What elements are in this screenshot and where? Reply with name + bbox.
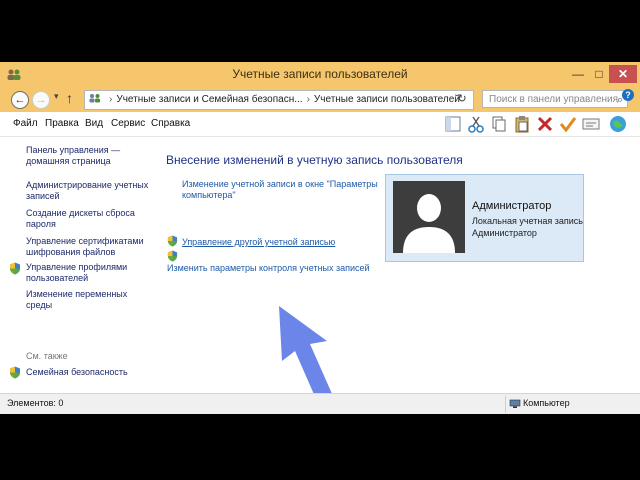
sidebar-item-control-panel-home[interactable]: Панель управления — домашняя страница — [26, 145, 120, 167]
close-button[interactable]: ✕ — [609, 65, 637, 83]
sidebar-item-family-safety[interactable]: Семейная безопасность — [26, 367, 128, 378]
back-button[interactable]: ← — [11, 91, 29, 109]
location-label: Компьютер — [523, 398, 570, 408]
sidebar-item-user-profiles[interactable]: Управление профилями пользователей — [26, 262, 127, 284]
sidebar-item-label: Создание дискеты сброса пароля — [26, 208, 135, 229]
sidebar-item-password-reset-disk[interactable]: Создание дискеты сброса пароля — [26, 208, 135, 230]
account-type: Локальная учетная запись Администратор — [472, 215, 583, 239]
cut-icon[interactable] — [466, 114, 486, 134]
account-name: Администратор — [472, 200, 552, 212]
search-input[interactable]: Поиск в панели управления ⌕ — [482, 90, 628, 108]
user-silhouette-icon — [403, 194, 455, 253]
status-bar: Элементов: 0 Компьютер — [0, 393, 640, 414]
forward-button[interactable]: → — [32, 91, 50, 109]
window-pane-icon[interactable] — [443, 114, 463, 134]
account-type-text: Локальная учетная запись — [472, 216, 583, 226]
sidebar-item-label: Изменение переменных среды — [26, 289, 128, 310]
sidebar-item-label: Администрирование учетных записей — [26, 180, 149, 201]
breadcrumb-item[interactable]: Учетные записи и Семейная безопасн... — [116, 94, 302, 105]
link-manage-other-account[interactable]: Управление другой учетной записью — [182, 237, 335, 248]
check-icon[interactable] — [558, 114, 578, 134]
sidebar-item-encryption-certificates[interactable]: Управление сертификатами шифрования файл… — [26, 236, 144, 258]
menu-tools[interactable]: Сервис — [111, 118, 145, 129]
computer-icon — [509, 399, 521, 408]
items-count: Элементов: 0 — [7, 398, 64, 408]
menu-file[interactable]: Файл — [13, 118, 38, 129]
sidebar-item-label: Управление профилями пользователей — [26, 262, 128, 283]
help-icon[interactable]: ? — [622, 89, 634, 101]
shield-icon — [10, 262, 20, 275]
menu-bar: Файл Правка Вид Сервис Справка — [0, 112, 640, 137]
delete-icon[interactable] — [535, 114, 555, 134]
paste-icon[interactable] — [512, 114, 532, 134]
address-separator-icon: › — [306, 94, 310, 105]
control-panel-icon — [89, 94, 100, 103]
sidebar-item-environment-variables[interactable]: Изменение переменных среды — [26, 289, 127, 311]
menu-edit[interactable]: Правка — [45, 118, 79, 129]
page-title: Внесение изменений в учетную запись поль… — [166, 153, 463, 167]
account-card: Администратор Локальная учетная запись А… — [385, 174, 584, 262]
properties-icon[interactable] — [581, 114, 601, 134]
navigation-bar: ← → ▾ ↑ › Учетные записи и Семейная безоп… — [0, 87, 640, 112]
up-arrow-icon[interactable]: ↑ — [66, 90, 73, 106]
search-placeholder: Поиск в панели управления — [489, 94, 619, 105]
menu-view[interactable]: Вид — [85, 118, 103, 129]
recent-pages-dropdown-icon[interactable]: ▾ — [54, 91, 59, 102]
copy-icon[interactable] — [489, 114, 509, 134]
account-group-text: Администратор — [472, 228, 537, 238]
title-bar[interactable]: Учетные записи пользователей — □ ✕ — [0, 62, 640, 87]
status-divider — [505, 396, 506, 413]
window: Учетные записи пользователей — □ ✕ ← → ▾… — [0, 62, 640, 414]
refresh-icon[interactable]: ↻ — [453, 90, 471, 108]
shield-icon — [10, 366, 20, 379]
shield-icon — [167, 235, 178, 247]
sidebar-item-label: Панель управления — домашняя страница — [26, 145, 121, 166]
address-separator-icon: › — [109, 94, 113, 105]
sidebar-item-label: Управление сертификатами шифрования файл… — [26, 236, 144, 257]
see-also-heading: См. также — [26, 351, 68, 361]
globe-icon[interactable] — [608, 114, 628, 134]
breadcrumb-item[interactable]: Учетные записи пользователей — [314, 94, 460, 105]
link-uac-settings[interactable]: Изменить параметры контроля учетных запи… — [167, 263, 370, 274]
sidebar-item-account-administration[interactable]: Администрирование учетных записей — [26, 180, 148, 202]
shield-icon — [167, 250, 178, 262]
link-pc-settings[interactable]: Изменение учетной записи в окне "Парамет… — [182, 179, 378, 201]
menu-help[interactable]: Справка — [151, 118, 190, 129]
window-title: Учетные записи пользователей — [232, 67, 408, 81]
avatar — [393, 181, 465, 253]
address-bar[interactable]: › Учетные записи и Семейная безопасн... › У… — [84, 90, 474, 110]
